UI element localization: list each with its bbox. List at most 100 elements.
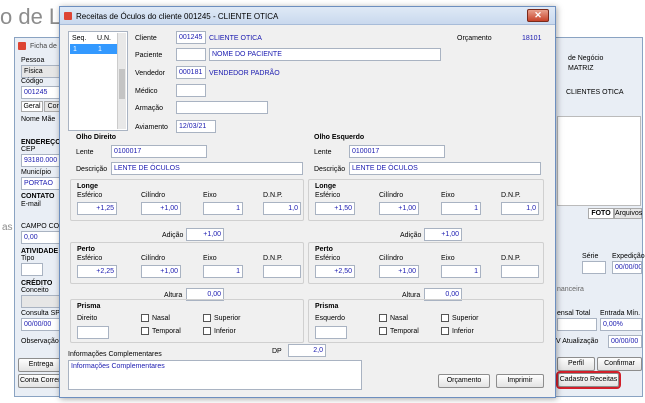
right-adicao-field[interactable]: +1,00 bbox=[186, 228, 224, 241]
right-nasal-checkbox[interactable] bbox=[141, 314, 149, 322]
left-lente-label: Lente bbox=[314, 149, 332, 156]
right-longe-eixo-field[interactable]: 1 bbox=[203, 202, 243, 215]
close-icon[interactable]: ✕ bbox=[527, 9, 549, 22]
left-descricao-field[interactable]: LENTE DE ÓCULOS bbox=[349, 162, 541, 175]
vendedor-code-field[interactable]: 000181 bbox=[176, 66, 206, 79]
left-perto-group: Perto Esférico Cilíndro Eixo D.N.P. +2,5… bbox=[308, 242, 544, 284]
confirmar-button[interactable]: Confirmar bbox=[597, 357, 642, 371]
right-longe-esferico-field[interactable]: +1,25 bbox=[77, 202, 117, 215]
right-perto-dnp-field[interactable] bbox=[263, 265, 301, 278]
right-longe-title: Longe bbox=[77, 183, 98, 190]
right-descricao-label: Descrição bbox=[76, 166, 108, 173]
right-perto-dnp-label: D.N.P. bbox=[263, 255, 283, 262]
right-prisma-title: Prisma bbox=[77, 303, 101, 310]
left-perto-dnp-label: D.N.P. bbox=[501, 255, 521, 262]
right-descricao-field[interactable]: LENTE DE ÓCULOS bbox=[111, 162, 303, 175]
right-longe-eixo-label: Eixo bbox=[203, 192, 217, 199]
left-adicao-field[interactable]: +1,00 bbox=[424, 228, 462, 241]
right-longe-cilindro-field[interactable]: +1,00 bbox=[141, 202, 181, 215]
left-temporal-label: Temporal bbox=[390, 328, 419, 335]
tab-foto[interactable]: FOTO bbox=[588, 208, 614, 219]
left-perto-cilindro-label: Cilíndro bbox=[379, 255, 404, 262]
left-longe-cilindro-field[interactable]: +1,00 bbox=[379, 202, 419, 215]
right-lente-field[interactable]: 0100017 bbox=[111, 145, 207, 158]
left-perto-eixo-field[interactable]: 1 bbox=[441, 265, 481, 278]
serie-field[interactable] bbox=[582, 261, 606, 274]
page-title: o de L bbox=[0, 4, 62, 29]
tipo-field[interactable] bbox=[21, 263, 43, 276]
orcamento-button[interactable]: Orçamento bbox=[438, 374, 490, 388]
right-superior-label: Superior bbox=[214, 315, 241, 322]
left-perto-esferico-field[interactable]: +2,50 bbox=[315, 265, 355, 278]
right-inferior-checkbox[interactable] bbox=[203, 327, 211, 335]
left-prisma-group: Prisma Esquerdo Nasal Superior Temporal … bbox=[308, 299, 544, 343]
orcamento-label: Orçamento bbox=[457, 35, 492, 42]
perfil-button[interactable]: Perfil bbox=[557, 357, 595, 371]
nome-mae-label: Nome Mãe bbox=[21, 116, 56, 123]
mensal-total-field[interactable] bbox=[557, 318, 597, 331]
conta-corrente-button[interactable]: Conta Corren bbox=[18, 374, 64, 388]
photo-area bbox=[557, 116, 641, 206]
right-longe-dnp-field[interactable]: 1,0 bbox=[263, 202, 301, 215]
sequence-list[interactable]: Seq. U.N. 1 1 bbox=[68, 31, 128, 131]
left-nasal-checkbox[interactable] bbox=[379, 314, 387, 322]
dp-field[interactable]: 2,0 bbox=[288, 344, 326, 357]
left-longe-eixo-field[interactable]: 1 bbox=[441, 202, 481, 215]
list-header-un: U.N. bbox=[97, 35, 111, 42]
paciente-name-field[interactable]: NOME DO PACIENTE bbox=[209, 48, 441, 61]
expedicao-field[interactable]: 00/00/00 bbox=[612, 261, 642, 274]
left-eye-title: Olho Esquerdo bbox=[314, 134, 365, 141]
right-perto-eixo-field[interactable]: 1 bbox=[203, 265, 243, 278]
tab-arquivos[interactable]: Arquivos bbox=[614, 208, 642, 219]
left-perto-esferico-label: Esférico bbox=[315, 255, 341, 262]
window-icon bbox=[18, 42, 26, 50]
right-longe-esferico-label: Esférico bbox=[77, 192, 103, 199]
left-superior-checkbox[interactable] bbox=[441, 314, 449, 322]
left-longe-dnp-field[interactable]: 1,0 bbox=[501, 202, 539, 215]
cliente-name: CLIENTE OTICA bbox=[209, 35, 262, 42]
left-longe-title: Longe bbox=[315, 183, 336, 190]
right-perto-cilindro-field[interactable]: +1,00 bbox=[141, 265, 181, 278]
left-inferior-checkbox[interactable] bbox=[441, 327, 449, 335]
entrega-button[interactable]: Entrega bbox=[18, 358, 64, 372]
right-prisma-field[interactable] bbox=[77, 326, 109, 339]
left-longe-cilindro-label: Cilíndro bbox=[379, 192, 404, 199]
cliente-type-label: CLIENTES OTICA bbox=[566, 89, 624, 96]
medico-label: Médico bbox=[135, 88, 158, 95]
cadastro-receitas-button[interactable]: Cadastro Receitas bbox=[556, 371, 621, 389]
tipo-negocio-label: de Negócio bbox=[568, 55, 604, 62]
receitas-dialog: Receitas de Óculos do cliente 001245 - C… bbox=[59, 6, 556, 398]
atualizacao-field[interactable]: 00/00/00 bbox=[608, 335, 642, 348]
list-scrollbar[interactable] bbox=[117, 33, 126, 129]
left-temporal-checkbox[interactable] bbox=[379, 327, 387, 335]
right-temporal-checkbox[interactable] bbox=[141, 327, 149, 335]
financeira-label: nanceira bbox=[557, 286, 584, 293]
left-prisma-field[interactable] bbox=[315, 326, 347, 339]
scrollbar-thumb[interactable] bbox=[119, 69, 125, 99]
right-perto-esferico-field[interactable]: +2,25 bbox=[77, 265, 117, 278]
left-longe-esferico-field[interactable]: +1,50 bbox=[315, 202, 355, 215]
imprimir-button[interactable]: Imprimir bbox=[496, 374, 544, 388]
right-superior-checkbox[interactable] bbox=[203, 314, 211, 322]
cliente-code-field[interactable]: 001245 bbox=[176, 31, 206, 44]
medico-code-field[interactable] bbox=[176, 84, 206, 97]
list-row-selected[interactable]: 1 1 bbox=[70, 44, 118, 54]
right-temporal-label: Temporal bbox=[152, 328, 181, 335]
left-perto-dnp-field[interactable] bbox=[501, 265, 539, 278]
tab-geral[interactable]: Geral bbox=[21, 101, 43, 112]
left-longe-esferico-label: Esférico bbox=[315, 192, 341, 199]
tipo-label: Tipo bbox=[21, 255, 35, 262]
left-eye-panel: Olho Esquerdo Lente 0100017 Descrição LE… bbox=[306, 129, 546, 343]
conceito-label: Conceito bbox=[21, 287, 49, 294]
armacao-field[interactable] bbox=[176, 101, 268, 114]
serie-label: Série bbox=[582, 253, 599, 260]
list-header-seq: Seq. bbox=[72, 35, 87, 42]
left-perto-cilindro-field[interactable]: +1,00 bbox=[379, 265, 419, 278]
left-lente-field[interactable]: 0100017 bbox=[349, 145, 445, 158]
paciente-code-field[interactable] bbox=[176, 48, 206, 61]
dialog-titlebar: Receitas de Óculos do cliente 001245 - C… bbox=[60, 7, 555, 25]
entrada-min-field[interactable]: 0,00% bbox=[600, 318, 642, 331]
info-textarea[interactable]: Informações Complementares bbox=[68, 360, 362, 390]
left-descricao-label: Descrição bbox=[314, 166, 346, 173]
email-label: E-mail bbox=[21, 201, 41, 208]
